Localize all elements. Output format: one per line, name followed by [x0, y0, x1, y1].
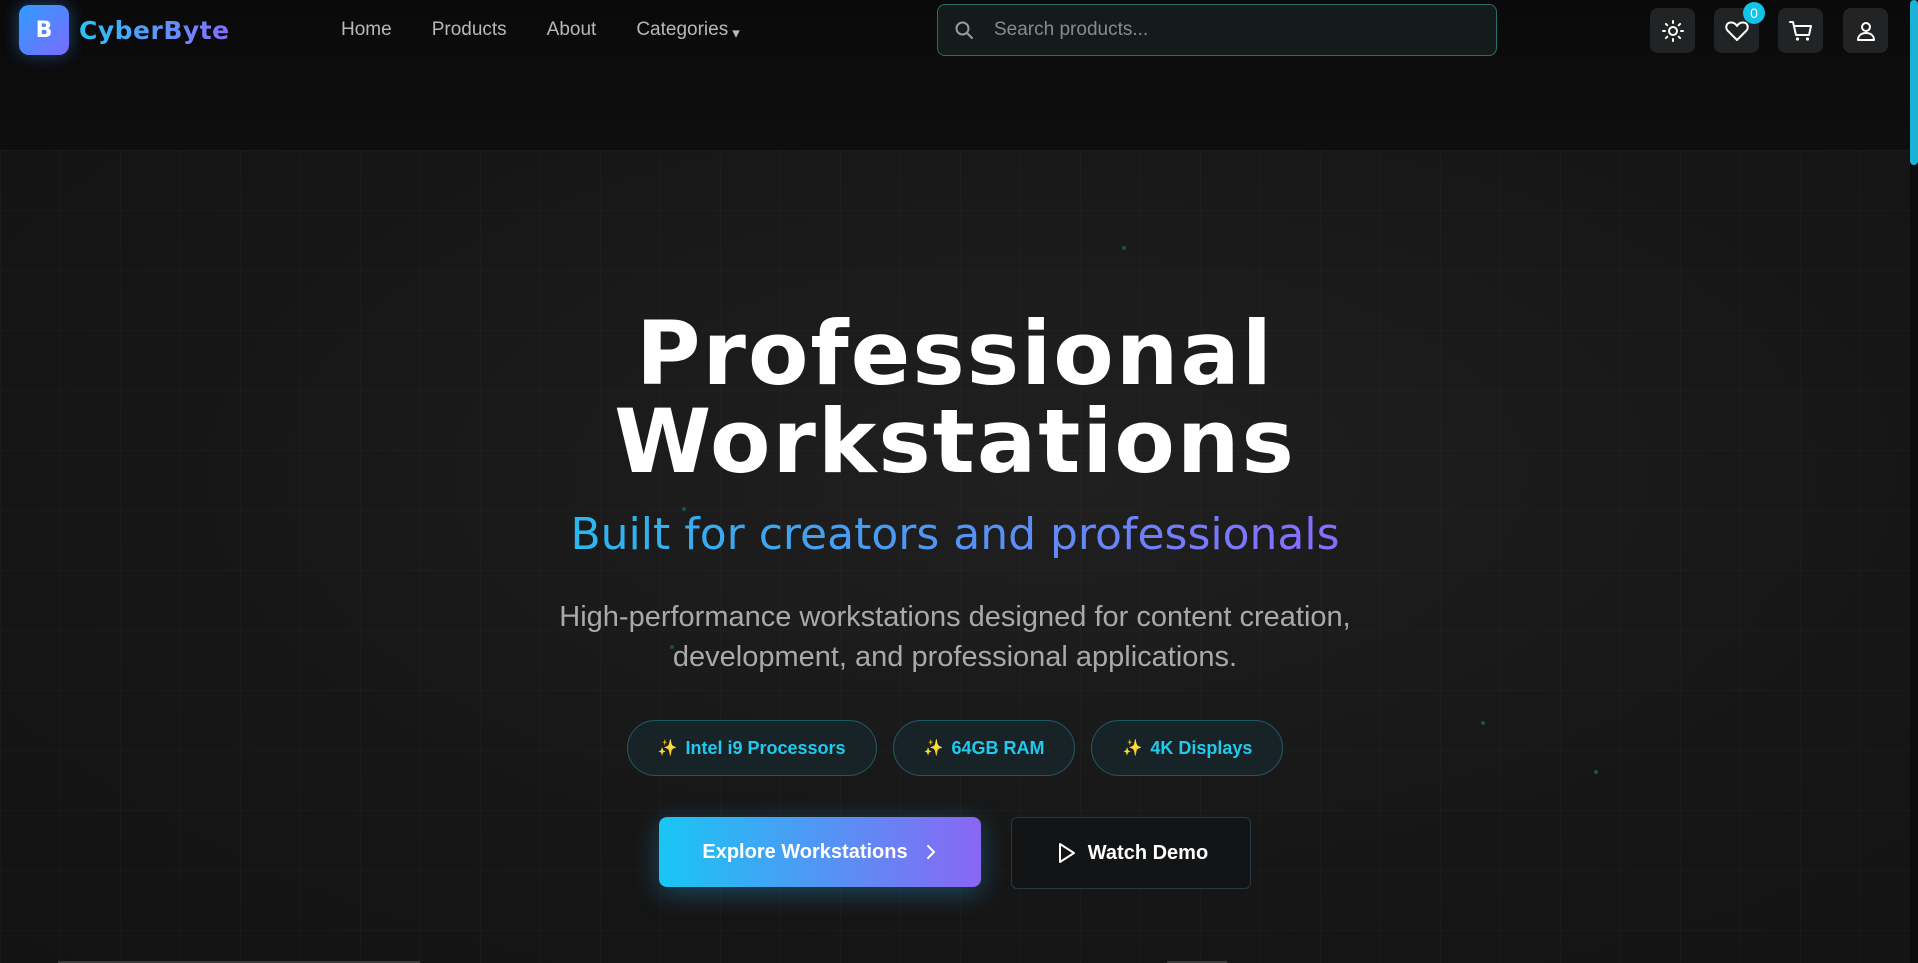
top-navbar: B CyberByte Home Products About Categori… — [0, 0, 1918, 150]
scrollbar-thumb[interactable] — [1910, 0, 1918, 165]
hero-cta-row: Explore Workstations Watch Demo — [0, 817, 1910, 889]
hero-title: Professional Workstations — [0, 310, 1910, 486]
wishlist-count-badge: 0 — [1743, 2, 1765, 24]
sparkles-icon: ✨ — [657, 740, 678, 757]
feature-chip-label: 64GB RAM — [951, 737, 1045, 758]
hero-subtitle: Built for creators and professionals — [0, 508, 1910, 562]
cart-button[interactable] — [1778, 8, 1823, 53]
search-icon — [955, 21, 973, 39]
nav-about[interactable]: About — [547, 19, 597, 41]
decorative-dot — [1122, 246, 1126, 250]
search-input[interactable] — [992, 18, 1472, 42]
hero-section: Professional Workstations Built for crea… — [0, 150, 1910, 963]
heart-icon — [1724, 20, 1749, 41]
watch-demo-label: Watch Demo — [1087, 841, 1209, 864]
sparkles-icon: ✨ — [923, 740, 944, 757]
play-icon — [1058, 843, 1075, 863]
brand-name: CyberByte — [79, 15, 230, 45]
watch-demo-button[interactable]: Watch Demo — [1011, 817, 1251, 889]
brand-logo[interactable]: B CyberByte — [19, 5, 230, 55]
feature-chip: ✨ 4K Displays — [1091, 720, 1284, 776]
chevron-right-icon — [926, 845, 935, 859]
nav-categories-dropdown[interactable]: Categories ▾ — [636, 18, 739, 42]
hero-title-line2: Workstations — [614, 390, 1296, 493]
nav-home[interactable]: Home — [341, 19, 392, 41]
main-nav: Home Products About Categories ▾ — [341, 14, 780, 46]
wishlist-button[interactable]: 0 — [1714, 2, 1765, 53]
feature-chip-label: Intel i9 Processors — [685, 737, 846, 758]
account-button[interactable] — [1843, 8, 1888, 53]
sparkles-icon: ✨ — [1122, 740, 1143, 757]
theme-toggle-button[interactable] — [1650, 8, 1695, 53]
chevron-down-icon: ▾ — [732, 25, 740, 42]
explore-button-label: Explore Workstations — [702, 840, 908, 863]
logo-badge-icon: B — [19, 5, 69, 55]
feature-chip: ✨ Intel i9 Processors — [626, 720, 877, 776]
sun-icon — [1661, 19, 1684, 42]
hero-description: High-performance workstations designed f… — [559, 601, 1351, 673]
user-icon — [1856, 21, 1875, 41]
feature-chips: ✨ Intel i9 Processors ✨ 64GB RAM ✨ 4K Di… — [0, 720, 1910, 776]
hero-title-line1: Professional — [636, 302, 1274, 405]
explore-workstations-button[interactable]: Explore Workstations — [659, 817, 981, 887]
feature-chip: ✨ 64GB RAM — [892, 720, 1076, 776]
nav-categories-label: Categories — [636, 19, 729, 40]
feature-chip-label: 4K Displays — [1150, 737, 1253, 758]
page-scrollbar[interactable] — [1910, 0, 1918, 963]
search-bar — [937, 4, 1497, 56]
nav-products[interactable]: Products — [432, 19, 507, 41]
cart-icon — [1788, 20, 1812, 41]
hero-subtitle-text: Built for creators and professionals — [570, 509, 1340, 560]
